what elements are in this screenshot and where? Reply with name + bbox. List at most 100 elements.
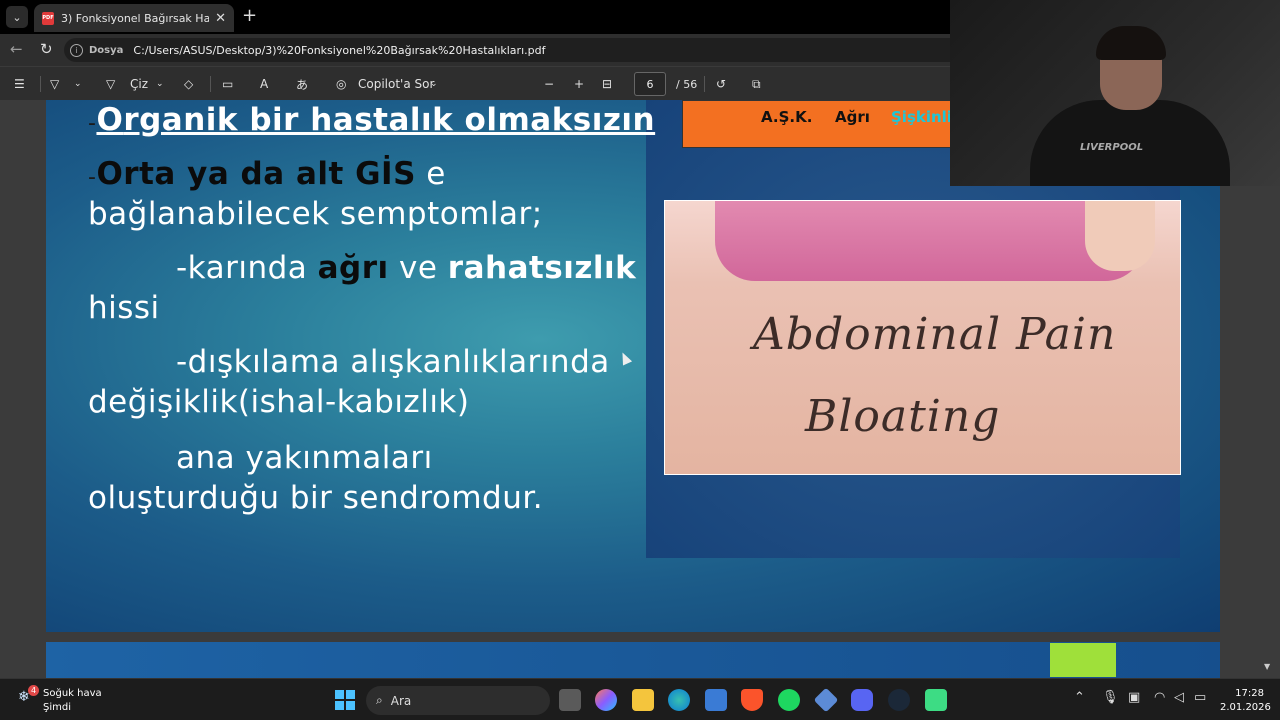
bullet-line3: bağlanabilecek semptomlar; (88, 196, 543, 232)
bullet-line9: oluşturduğu bir sendromdur. (88, 480, 544, 516)
steam-icon[interactable] (888, 689, 910, 711)
copilot-button-label[interactable]: Copilot'a Sor (358, 75, 434, 93)
right-hand (1085, 201, 1155, 271)
page-total: / 56 (676, 77, 698, 91)
bullet-line8: ana yakınmaları (176, 440, 433, 476)
line2-bold: Orta ya da alt GİS (96, 156, 416, 192)
webcam-shirt-text: LIVERPOOL (1080, 142, 1144, 153)
bullet-line7: değişiklik(ishal-kabızlık) (88, 384, 470, 420)
taskbar-search[interactable]: ⌕ Ara (366, 686, 550, 715)
start-tile (346, 690, 355, 699)
copilot-icon[interactable]: ◎ (336, 75, 346, 93)
draw-dropdown-chevron-icon[interactable]: ⌄ (156, 75, 164, 93)
volume-icon[interactable]: ◁ (1174, 690, 1184, 705)
ask-text: A.Ş.K. (761, 108, 813, 126)
start-tile (346, 701, 355, 710)
copilot-app-icon[interactable] (595, 689, 617, 711)
date: 2.01.2026 (1220, 702, 1271, 713)
info-icon[interactable]: i (70, 43, 83, 57)
spotify-icon[interactable] (778, 689, 800, 711)
translate-icon[interactable]: あ (296, 75, 308, 93)
reload-icon[interactable]: ↻ (40, 40, 53, 58)
store-icon[interactable] (705, 689, 727, 711)
discord-icon[interactable] (851, 689, 873, 711)
start-button[interactable] (335, 690, 355, 710)
url-field[interactable]: i Dosya C:/Users/ASUS/Desktop/3)%20Fonks… (64, 38, 964, 62)
divider (40, 76, 41, 92)
search-placeholder: Ara (390, 693, 412, 708)
weather-badge: 4 (28, 685, 39, 696)
abdominal-pain-photo: Abdominal Pain Bloating (664, 200, 1181, 475)
photo-caption-line2: Bloating (805, 391, 1001, 442)
page-view-icon[interactable]: ⧉ (752, 75, 761, 93)
close-tab-icon[interactable]: ✕ (215, 11, 226, 26)
copilot-dropdown-chevron-icon[interactable]: ⌄ (430, 75, 438, 93)
heading-first-letter: O (96, 102, 124, 138)
highlight-icon[interactable]: ▽ (50, 75, 59, 93)
weather-subtitle: Şimdi (43, 702, 71, 713)
pink-shirt (715, 201, 1145, 281)
bullet-heading: -Organik bir hastalık olmaksızın (88, 102, 655, 138)
tab-title: 3) Fonksiyonel Bağırsak Hastalıkları.pdf (61, 11, 210, 25)
green-block (1050, 643, 1116, 677)
bullet-line6: -dışkılama alışkanlıklarında (176, 344, 610, 380)
rotate-icon[interactable]: ↺ (716, 75, 726, 93)
show-hidden-icons-icon[interactable]: ⌃ (1074, 690, 1085, 705)
zoom-out-button[interactable]: − (544, 75, 554, 93)
next-pdf-page (46, 642, 1220, 678)
brave-icon[interactable] (741, 689, 763, 711)
battery-icon[interactable]: ▭ (1194, 690, 1206, 705)
draw-icon[interactable]: ▽ (106, 75, 115, 93)
reader-view-icon[interactable]: ▭ (222, 75, 233, 93)
clock[interactable]: 17:28 2.01.2026 (1220, 687, 1271, 715)
photo-caption-line1: Abdominal Pain (753, 309, 1117, 360)
scroll-down-icon[interactable]: ▼ (1264, 662, 1270, 671)
start-tile (335, 701, 344, 710)
line4-discomfort: rahatsızlık (447, 250, 637, 286)
zoom-in-button[interactable]: + (574, 75, 584, 93)
pdf-icon: PDF (42, 11, 54, 25)
divider (210, 76, 211, 92)
draw-button-label[interactable]: Çiz (130, 75, 148, 93)
search-icon: ⌕ (376, 693, 383, 707)
new-tab-icon[interactable]: + (242, 6, 257, 26)
back-icon[interactable]: ← (10, 40, 23, 58)
fit-page-icon[interactable]: ⊟ (602, 75, 612, 93)
tab-active[interactable]: PDF 3) Fonksiyonel Bağırsak Hastalıkları… (34, 4, 234, 32)
line4-mid: ve (388, 250, 448, 286)
pain-text: Ağrı (835, 108, 870, 126)
highlight-dropdown-chevron-icon[interactable]: ⌄ (74, 75, 82, 93)
line2-rest: e (415, 156, 446, 192)
screen: ⌄ PDF 3) Fonksiyonel Bağırsak Hastalıkla… (0, 0, 1280, 720)
wifi-icon[interactable]: ◠ (1154, 690, 1165, 705)
weather-widget[interactable]: Soğuk hava Şimdi (43, 687, 102, 715)
read-aloud-icon[interactable]: A (260, 75, 268, 93)
microphone-icon[interactable]: 🎙 (1102, 690, 1119, 705)
line4-pain: ağrı (317, 250, 389, 286)
file-explorer-icon[interactable] (632, 689, 654, 711)
webcam-person-hair (1096, 26, 1166, 60)
start-tile (335, 690, 344, 699)
contents-icon[interactable]: ☰ (14, 75, 25, 93)
bullet-line5: hissi (88, 290, 160, 326)
bullet-line4: -karında ağrı ve rahatsızlık (176, 250, 636, 286)
heading-text: rganik bir hastalık olmaksızın (123, 102, 656, 138)
app-icon-green[interactable] (925, 689, 947, 711)
webcam-overlay: LIVERPOOL (950, 0, 1280, 186)
file-label: Dosya (89, 44, 124, 56)
url-text[interactable]: C:/Users/ASUS/Desktop/3)%20Fonksiyonel%2… (133, 44, 545, 57)
app-icon[interactable] (813, 687, 839, 713)
eraser-icon[interactable]: ◇ (184, 75, 193, 93)
divider (704, 76, 705, 92)
taskbar: ❄ 4 Soğuk hava Şimdi ⌕ Ara ⌃ 🎙 ▣ ◠ ◁ ▭ 1… (0, 678, 1280, 720)
ask-banner: A.Ş.K. Ağrı Şişkinlik (682, 100, 962, 148)
time: 17:28 (1235, 688, 1264, 699)
bullet-line2: -Orta ya da alt GİS e (88, 156, 446, 192)
edge-icon[interactable] (668, 689, 690, 711)
line4-pre: -karında (176, 250, 318, 286)
weather-title: Soğuk hava (43, 688, 102, 699)
notification-app-icon[interactable]: ▣ (1128, 690, 1140, 705)
page-number-input[interactable]: 6 (634, 72, 666, 96)
task-view-icon[interactable] (559, 689, 581, 711)
tab-list-chevron-icon[interactable]: ⌄ (6, 6, 28, 28)
